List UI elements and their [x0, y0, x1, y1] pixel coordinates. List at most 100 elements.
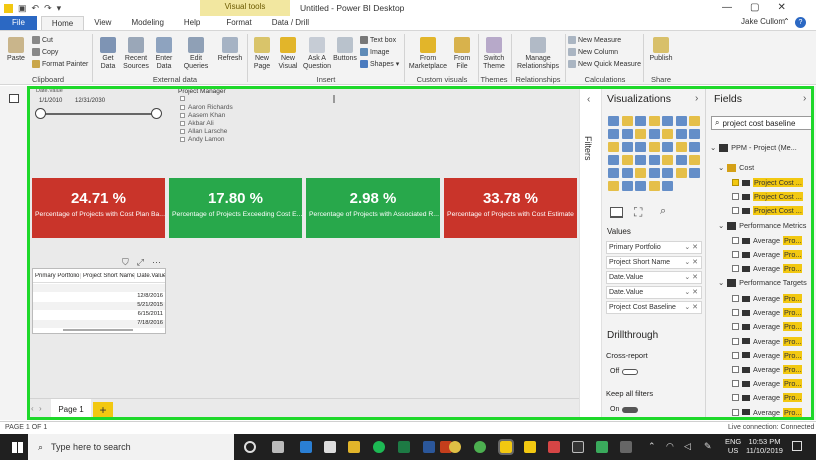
field-item[interactable]: Average Pro...: [732, 393, 803, 403]
maximize-button[interactable]: ▢: [750, 2, 759, 13]
cross-report-toggle[interactable]: Off: [610, 368, 639, 375]
values-well-item[interactable]: Date.Value ⌄ ✕: [606, 286, 702, 299]
powerbi-taskbar-icon[interactable]: [498, 439, 514, 455]
tab-modeling[interactable]: Modeling: [121, 16, 173, 30]
spotify-icon[interactable]: [373, 441, 385, 453]
kpi-card-cost-estimate[interactable]: 33.78 % Percentage of Projects with Cost…: [444, 178, 577, 238]
powerbi-alt-icon[interactable]: [524, 441, 536, 453]
field-item[interactable]: Average Pro...: [732, 322, 803, 332]
slicer-scrollbar[interactable]: [333, 95, 335, 103]
date-slicer-end[interactable]: 12/31/2030: [75, 98, 105, 104]
add-page-button[interactable]: +: [93, 402, 113, 419]
visual-type-icon[interactable]: [662, 181, 673, 191]
visual-type-icon[interactable]: [621, 116, 633, 126]
date-slicer-start[interactable]: 1/1/2010: [39, 98, 62, 104]
excel-icon[interactable]: [398, 441, 410, 453]
visual-type-icon[interactable]: [675, 129, 687, 139]
visual-type-icon[interactable]: [608, 155, 619, 165]
remove-field-icon[interactable]: ⌄ ✕: [684, 257, 698, 268]
widgets-icon[interactable]: [272, 441, 284, 453]
taskbar-search-box[interactable]: ⌕ Type here to search: [28, 434, 234, 460]
visual-type-icon[interactable]: [675, 142, 687, 152]
report-view-icon[interactable]: [9, 94, 19, 103]
visual-type-icon[interactable]: [689, 116, 700, 126]
visual-type-icon[interactable]: [648, 129, 660, 139]
visual-type-icon[interactable]: [662, 129, 673, 139]
word-icon[interactable]: [423, 441, 435, 453]
notification-icon[interactable]: [792, 441, 802, 451]
network-icon[interactable]: ◠: [666, 441, 674, 452]
values-well-item[interactable]: Project Short Name ⌄ ✕: [606, 256, 702, 269]
green-app-icon[interactable]: [596, 441, 608, 453]
help-icon[interactable]: ?: [795, 17, 806, 28]
get-data-button[interactable]: Get Data: [97, 37, 119, 71]
column-header[interactable]: Date.Value: [135, 273, 165, 279]
image-button[interactable]: Image: [360, 48, 389, 56]
analytics-tab-icon[interactable]: ⌕: [660, 205, 666, 218]
app-icon[interactable]: [548, 441, 560, 453]
visual-type-icon[interactable]: [635, 142, 646, 152]
ribbon-collapse-icon[interactable]: ⌃: [783, 17, 790, 26]
remove-field-icon[interactable]: ⌄ ✕: [684, 287, 698, 298]
undo-icon[interactable]: ↶: [32, 3, 40, 14]
switch-theme-button[interactable]: Switch Theme: [481, 37, 507, 71]
visual-type-icon[interactable]: [675, 168, 687, 178]
project-manager-item[interactable]: Allan Larsche: [180, 128, 227, 135]
text-box-button[interactable]: Text box: [360, 36, 396, 44]
remove-field-icon[interactable]: ⌄ ✕: [684, 302, 698, 313]
cut-button[interactable]: Cut: [32, 36, 53, 44]
prev-page-icon[interactable]: ‹: [31, 404, 34, 413]
visual-type-icon[interactable]: [621, 155, 633, 165]
table-visual[interactable]: Primary Portfolio Project Short Name Dat…: [32, 268, 166, 334]
values-well-item[interactable]: Primary Portfolio ⌄ ✕: [606, 241, 702, 254]
tab-help[interactable]: Help: [174, 16, 210, 30]
terminal-icon[interactable]: [572, 441, 584, 453]
buttons-button[interactable]: Buttons: [332, 37, 358, 63]
field-item[interactable]: Average Pro...: [732, 308, 803, 318]
save-icon[interactable]: ▣: [18, 3, 27, 14]
tab-view[interactable]: View: [84, 16, 121, 30]
new-measure-button[interactable]: New Measure: [568, 36, 621, 44]
manage-relationships-button[interactable]: Manage Relationships: [514, 37, 562, 71]
minimize-button[interactable]: —: [722, 2, 732, 13]
file-explorer-icon[interactable]: [348, 441, 360, 453]
enter-data-button[interactable]: Enter Data: [153, 37, 175, 71]
format-painter-button[interactable]: Format Painter: [32, 60, 88, 68]
visual-type-icon[interactable]: [608, 116, 619, 126]
new-visual-button[interactable]: New Visual: [276, 37, 300, 71]
visual-type-icon[interactable]: [675, 116, 687, 126]
user-name[interactable]: Jake Cullom: [741, 17, 785, 26]
tab-file[interactable]: File: [0, 16, 37, 30]
windows-start-icon[interactable]: [12, 442, 23, 453]
volume-icon[interactable]: ◁: [684, 441, 691, 452]
field-item[interactable]: Average Pro...: [732, 250, 803, 260]
visual-type-icon[interactable]: [675, 155, 687, 165]
field-item[interactable]: Average Pro...: [732, 294, 803, 303]
field-item[interactable]: Project Cost ...: [732, 192, 803, 201]
project-manager-item[interactable]: [180, 96, 188, 101]
visual-type-icon[interactable]: [608, 142, 619, 152]
publish-button[interactable]: Publish: [647, 37, 675, 63]
model-table[interactable]: ⌄ PPM - Project (Me...: [710, 143, 797, 152]
shapes-button[interactable]: Shapes ▾: [360, 60, 399, 68]
table-scrollbar[interactable]: [63, 329, 133, 331]
remove-field-icon[interactable]: ⌄ ✕: [684, 242, 698, 253]
date-slider-end-handle[interactable]: [151, 108, 162, 119]
from-file-button[interactable]: From File: [452, 37, 472, 71]
visual-type-icon[interactable]: [648, 155, 660, 165]
visual-type-icon[interactable]: [689, 155, 700, 165]
chrome-icon[interactable]: [449, 441, 461, 453]
field-item[interactable]: Average Pro...: [732, 365, 803, 374]
edge-browser-icon[interactable]: [300, 441, 312, 453]
visual-type-icon[interactable]: [689, 168, 700, 178]
project-manager-item[interactable]: Akbar Ali: [180, 120, 214, 127]
filters-label[interactable]: Filters: [583, 136, 593, 161]
visual-type-icon[interactable]: [635, 181, 646, 191]
kpi-card-cost-plan-baseline[interactable]: 24.71 % Percentage of Projects with Cost…: [32, 178, 165, 238]
visual-type-icon[interactable]: [608, 129, 619, 139]
values-well-item[interactable]: Date.Value ⌄ ✕: [606, 271, 702, 284]
visual-type-icon[interactable]: [662, 155, 673, 165]
focus-mode-icon[interactable]: ⤢: [137, 257, 144, 268]
visual-type-icon[interactable]: [635, 116, 646, 126]
copy-button[interactable]: Copy: [32, 48, 58, 56]
